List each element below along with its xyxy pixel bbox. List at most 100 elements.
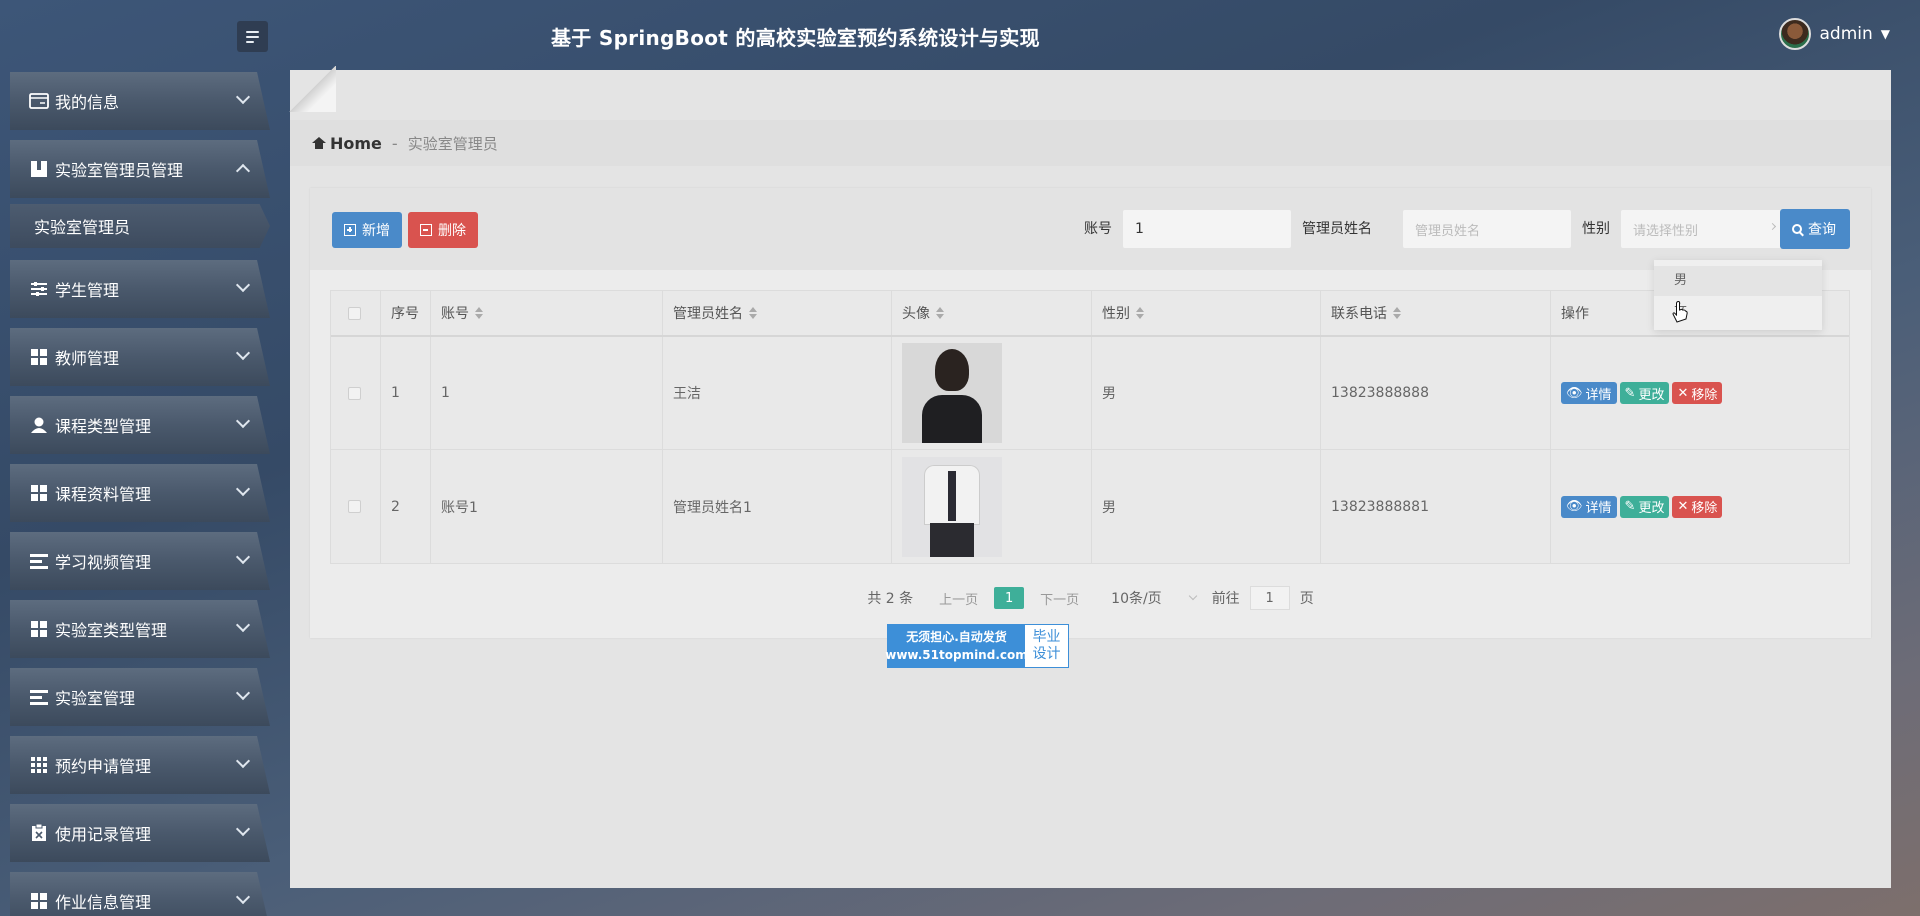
sidebar-item-label: 学生管理 (55, 281, 120, 300)
search-toolbar: 新增 删除 账号 1 管理员姓名 管理员姓名 性别 请选择性别 查询 (310, 188, 1871, 270)
remove-button[interactable]: ✕ 移除 (1672, 495, 1723, 518)
breadcrumb-home[interactable]: Home (312, 134, 382, 153)
table-header: 序号 账号 管理员姓名 头像 性别 联系电话 操作 (331, 291, 1849, 337)
close-icon: ✕ (1677, 499, 1689, 514)
cell-account: 账号1 (431, 450, 663, 563)
sliders-icon (29, 280, 49, 298)
admin-name-label: 管理员姓名 (1302, 221, 1372, 237)
sidebar-item-label: 预约申请管理 (55, 757, 152, 776)
detail-button[interactable]: 👁 详情 (1561, 495, 1617, 518)
remove-label: 移除 (1691, 501, 1718, 516)
sidebar-item-label: 教师管理 (55, 349, 120, 368)
admin-photo (902, 343, 1002, 443)
sort-icon[interactable] (1136, 307, 1144, 319)
column-header-label: 账号 (441, 306, 469, 322)
breadcrumb-separator: - (391, 133, 398, 153)
detail-button[interactable]: 👁 详情 (1561, 382, 1617, 404)
list-icon (29, 688, 49, 706)
sidebar-item-videos[interactable]: 学习视频管理 (10, 532, 270, 590)
sidebar-item-label: 实验室类型管理 (55, 621, 168, 640)
remove-label: 移除 (1691, 387, 1718, 403)
cell-name: 王洁 (663, 337, 892, 449)
pagination-total: 共 2 条 (867, 591, 914, 607)
sidebar-item-label: 使用记录管理 (55, 825, 152, 844)
sidebar-item-homework[interactable]: 作业信息管理 (10, 872, 270, 916)
cell-avatar (892, 450, 1092, 563)
add-button[interactable]: 新增 (332, 212, 402, 248)
gender-select[interactable]: 请选择性别 (1620, 209, 1790, 249)
cell-phone: 13823888888 (1321, 337, 1551, 449)
page-size-select[interactable]: 10条/页 (1111, 588, 1196, 608)
column-header-avatar[interactable]: 头像 (892, 291, 1092, 335)
sidebar-item-teachers[interactable]: 教师管理 (10, 328, 270, 386)
sort-icon[interactable] (749, 307, 757, 319)
grid-icon (29, 484, 49, 502)
delete-button[interactable]: 删除 (408, 212, 478, 248)
column-header-label: 管理员姓名 (673, 306, 743, 322)
cell-gender: 男 (1092, 337, 1321, 449)
sidebar-item-students[interactable]: 学生管理 (10, 260, 270, 318)
row-select-cell (331, 450, 381, 563)
column-header-label: 性别 (1102, 306, 1130, 322)
plus-square-icon (344, 224, 356, 236)
edit-button[interactable]: ✎ 更改 (1619, 495, 1670, 518)
column-header-phone[interactable]: 联系电话 (1321, 291, 1551, 335)
watermark-line1: 无须担心.自动发货 (906, 630, 1007, 644)
eye-icon: 👁 (1566, 385, 1583, 401)
sidebar-item-course-types[interactable]: 课程类型管理 (10, 396, 270, 454)
remove-button[interactable]: ✕ 移除 (1672, 382, 1723, 404)
username: admin (1819, 24, 1873, 44)
column-header-account[interactable]: 账号 (431, 291, 663, 335)
row-checkbox[interactable] (348, 386, 361, 400)
account-input[interactable]: 1 (1122, 209, 1292, 249)
admin-photo (902, 456, 1002, 557)
watermark-right2: 设计 (1032, 646, 1061, 662)
column-header-name[interactable]: 管理员姓名 (663, 291, 892, 335)
goto-page-input[interactable]: 1 (1249, 586, 1290, 610)
grid-icon (29, 620, 49, 638)
sort-icon[interactable] (1393, 307, 1401, 319)
sidebar-item-label: 作业信息管理 (55, 893, 152, 912)
edit-label: 更改 (1638, 501, 1665, 516)
edit-button[interactable]: ✎ 更改 (1619, 382, 1670, 404)
search-button[interactable]: 查询 (1780, 209, 1850, 249)
minus-square-icon (420, 224, 432, 236)
gender-select-placeholder: 请选择性别 (1633, 223, 1699, 239)
select-all-cell (331, 291, 381, 335)
sidebar-item-my-info[interactable]: 我的信息 (10, 72, 270, 130)
sidebar-subitem-lab-admin[interactable]: 实验室管理员 (10, 204, 270, 248)
edit-icon: ✎ (1624, 385, 1636, 401)
cell-gender: 男 (1092, 450, 1321, 563)
cell-avatar (892, 337, 1092, 449)
sidebar-item-label: 实验室管理员 (34, 218, 131, 237)
prev-page-button[interactable]: 上一页 (939, 589, 978, 608)
detail-label: 详情 (1585, 387, 1612, 403)
delete-button-label: 删除 (438, 223, 466, 239)
column-header-gender[interactable]: 性别 (1092, 291, 1321, 335)
sidebar-item-course-materials[interactable]: 课程资料管理 (10, 464, 270, 522)
gender-label: 性别 (1582, 221, 1610, 237)
watermark-line2: www.51topmind.com (885, 648, 1028, 662)
sidebar-item-lab-types[interactable]: 实验室类型管理 (10, 600, 270, 658)
row-checkbox[interactable] (348, 500, 361, 513)
next-page-button[interactable]: 下一页 (1040, 589, 1079, 608)
goto-label: 前往 (1211, 591, 1240, 607)
menu-toggle-icon[interactable] (237, 21, 268, 52)
sidebar-item-lab-admin-mgmt[interactable]: 实验室管理员管理 (10, 140, 270, 198)
admin-name-input[interactable]: 管理员姓名 (1402, 209, 1572, 249)
sidebar-item-reservations[interactable]: 预约申请管理 (10, 736, 270, 794)
grid-icon (29, 892, 49, 910)
sort-icon[interactable] (475, 307, 483, 319)
list-icon (29, 552, 49, 570)
sidebar-item-label: 学习视频管理 (55, 553, 152, 572)
breadcrumb: Home - 实验室管理员 (290, 120, 1891, 166)
sidebar-item-labs[interactable]: 实验室管理 (10, 668, 270, 726)
gender-option-male[interactable]: 男 (1654, 266, 1822, 296)
sidebar-item-label: 课程类型管理 (55, 417, 152, 436)
sidebar-item-usage-records[interactable]: 使用记录管理 (10, 804, 270, 862)
admin-table: 序号 账号 管理员姓名 头像 性别 联系电话 操作 1 1 王洁 男 13823… (330, 290, 1850, 564)
select-all-checkbox[interactable] (348, 306, 361, 320)
sort-icon[interactable] (936, 307, 944, 319)
page-number-current[interactable]: 1 (994, 587, 1025, 609)
user-menu[interactable]: admin ▼ (1779, 18, 1890, 50)
